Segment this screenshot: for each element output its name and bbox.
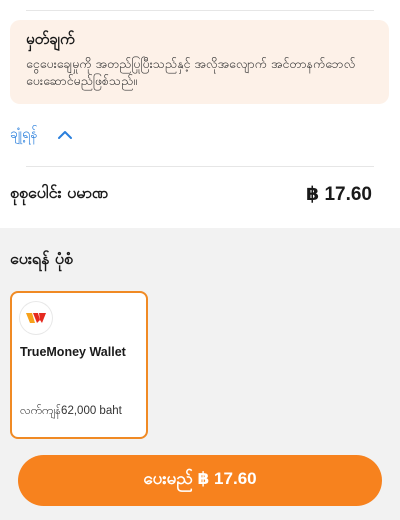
truemoney-logo-icon	[20, 302, 52, 334]
wallet-balance: လက်ကျန်62,000 baht	[20, 405, 122, 417]
notice-text: ငွေပေးချေမှုကို အတည်ပြုပြီးသည်နှင့် အလို…	[26, 56, 356, 88]
notice-title: မှတ်ချက်	[26, 30, 75, 48]
order-summary-card: မှတ်ချက် ငွေပေးချေမှုကို အတည်ပြုပြီးသည်န…	[0, 0, 400, 228]
total-label: စုစုပေါင်း ပမာဏ	[10, 183, 109, 202]
wallet-name: TrueMoney Wallet	[20, 345, 126, 359]
pay-button[interactable]: ပေးမည် ฿ 17.60	[18, 455, 382, 506]
divider	[26, 166, 374, 167]
notice-box: မှတ်ချက် ငွေပေးချေမှုကို အတည်ပြုပြီးသည်န…	[10, 20, 389, 104]
total-row: စုစုပေါင်း ပမာဏ ฿ 17.60	[10, 182, 372, 206]
payment-method-title: ပေးရန် ပုံစံ	[10, 249, 74, 268]
collapse-label[interactable]: ချုံ့ရန်	[10, 124, 37, 145]
payment-method-truemoney[interactable]: TrueMoney Wallet လက်ကျန်62,000 baht	[10, 291, 148, 439]
total-amount: ฿ 17.60	[305, 183, 372, 205]
collapse-toggle[interactable]: ချုံ့ရန်	[10, 124, 73, 145]
divider	[26, 10, 374, 11]
chevron-up-icon[interactable]	[57, 130, 73, 140]
